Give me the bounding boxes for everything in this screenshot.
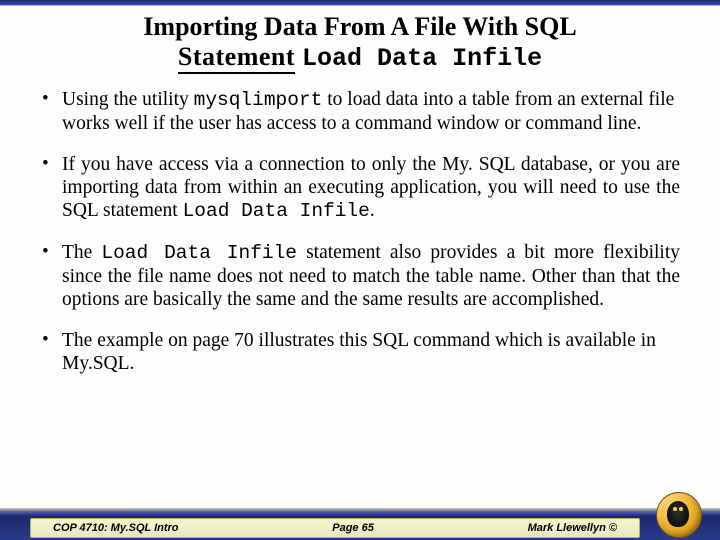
slide-title: Importing Data From A File With SQL Stat… (0, 12, 720, 74)
title-line-2: Statement Load Data Infile (30, 42, 690, 74)
bullet-list: Using the utility mysqlimport to load da… (40, 88, 680, 375)
top-accent-bar (0, 0, 720, 6)
bullet-code: Load Data Infile (183, 200, 370, 222)
title-underlined-word: Statement (178, 42, 295, 74)
bullet-text: The (62, 242, 101, 263)
bullet-text: The example on page 70 illustrates this … (62, 330, 656, 374)
footer-course: COP 4710: My.SQL Intro (53, 522, 179, 534)
slide-body: Using the utility mysqlimport to load da… (0, 74, 720, 375)
footer-bar: COP 4710: My.SQL Intro Page 65 Mark Llew… (0, 516, 720, 540)
list-item: The example on page 70 illustrates this … (40, 329, 680, 375)
footer-page: Page 65 (332, 522, 374, 534)
footer-panel: COP 4710: My.SQL Intro Page 65 Mark Llew… (30, 518, 640, 538)
footer-author: Mark Llewellyn © (528, 522, 617, 534)
title-line-1: Importing Data From A File With SQL (30, 12, 690, 42)
bullet-code: Load Data Infile (101, 242, 297, 264)
slide-footer: COP 4710: My.SQL Intro Page 65 Mark Llew… (0, 508, 720, 540)
ucf-pegasus-logo-icon (656, 492, 702, 538)
footer-gradient (0, 508, 720, 516)
bullet-code: mysqlimport (194, 89, 323, 111)
bullet-text: . (370, 200, 375, 221)
title-code: Load Data Infile (302, 44, 542, 73)
list-item: Using the utility mysqlimport to load da… (40, 88, 680, 135)
list-item: The Load Data Infile statement also prov… (40, 241, 680, 311)
list-item: If you have access via a connection to o… (40, 153, 680, 223)
bullet-text: Using the utility (62, 89, 194, 110)
